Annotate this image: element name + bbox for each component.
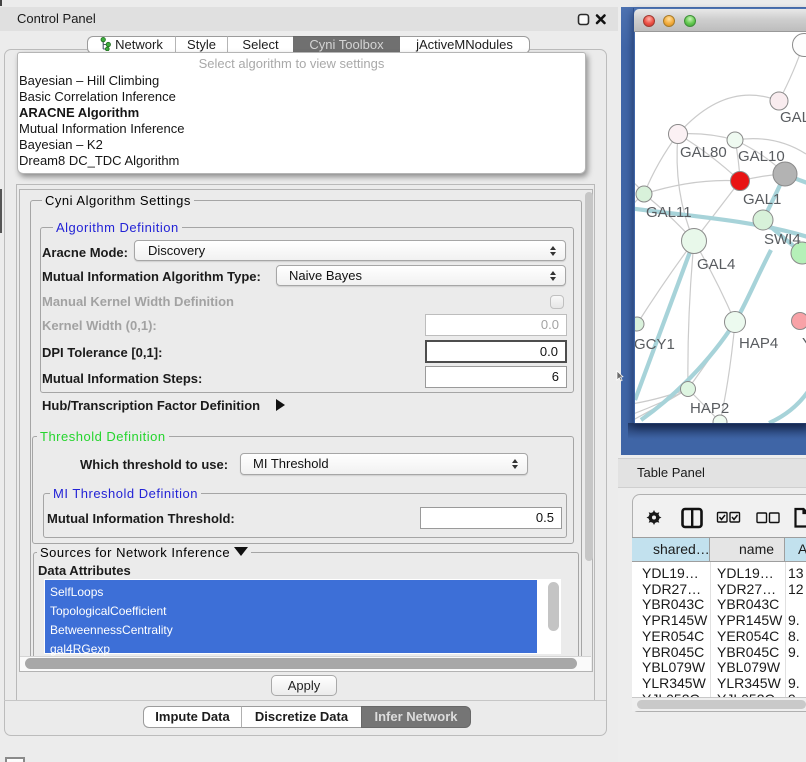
svg-text:SWI4: SWI4	[764, 231, 801, 248]
svg-text:GAL4: GAL4	[697, 256, 735, 273]
svg-text:GAL7: GAL7	[780, 109, 806, 126]
svg-text:HAP4: HAP4	[739, 335, 778, 352]
svg-text:GAL80: GAL80	[680, 144, 727, 161]
svg-text:GAL10: GAL10	[738, 148, 785, 165]
svg-text:GCY1: GCY1	[635, 336, 675, 353]
svg-text:GAL1: GAL1	[743, 191, 781, 208]
svg-text:GAL11: GAL11	[646, 204, 692, 221]
svg-text:Y: Y	[802, 335, 806, 352]
svg-text:HAP2: HAP2	[690, 400, 729, 417]
